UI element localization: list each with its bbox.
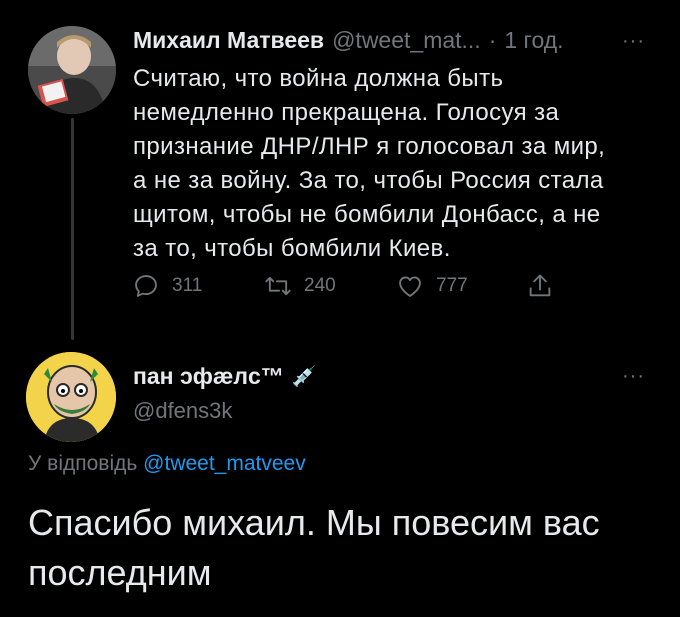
more-icon[interactable]: ··· [622, 30, 645, 53]
avatar-cartoon-icon [26, 352, 116, 442]
author-name-row: пан ɔфæлc™ 💉 [133, 363, 317, 390]
thread-connector-line [71, 118, 74, 340]
tweet-text: Считаю, что война должна быть немедленно… [133, 65, 606, 262]
avatar[interactable] [26, 352, 116, 442]
tweet-timestamp[interactable]: 1 год. [504, 27, 563, 54]
tweet-header: Михаил Матвеев @tweet_mat... · 1 год. [133, 27, 564, 54]
reply-context: У відповідь @tweet_matveev [28, 452, 306, 476]
share-button[interactable] [526, 272, 554, 300]
reply-count: 311 [172, 275, 203, 296]
tweet-thread: Михаил Матвеев @tweet_mat... · 1 год. ··… [0, 0, 680, 617]
tweet-actions: 311 240 777 [132, 272, 554, 300]
syringe-icon: 💉 [291, 366, 317, 388]
reply-prefix: У відповідь [28, 452, 138, 475]
like-count: 777 [436, 275, 468, 296]
avatar-photo-icon [28, 26, 116, 114]
header-separator: · [488, 27, 497, 53]
author-name[interactable]: пан ɔфæлc™ [133, 363, 284, 390]
like-button[interactable]: 777 [396, 272, 526, 300]
retweet-button[interactable]: 240 [264, 272, 396, 300]
reply-icon [135, 275, 157, 297]
retweet-count: 240 [304, 275, 336, 296]
author-handle[interactable]: @tweet_mat... [332, 27, 481, 54]
tweet-text: Спасибо михаил. Мы повесим вас последним [28, 502, 600, 593]
reply-to-link[interactable]: @tweet_matveev [143, 452, 306, 475]
reply-button[interactable]: 311 [132, 272, 264, 300]
retweet-icon [265, 276, 291, 296]
avatar[interactable] [28, 26, 116, 114]
more-icon[interactable]: ··· [622, 365, 645, 388]
like-icon [399, 276, 421, 297]
share-icon [529, 274, 551, 297]
author-name[interactable]: Михаил Матвеев [133, 27, 324, 54]
author-handle[interactable]: @dfens3k [133, 398, 232, 424]
